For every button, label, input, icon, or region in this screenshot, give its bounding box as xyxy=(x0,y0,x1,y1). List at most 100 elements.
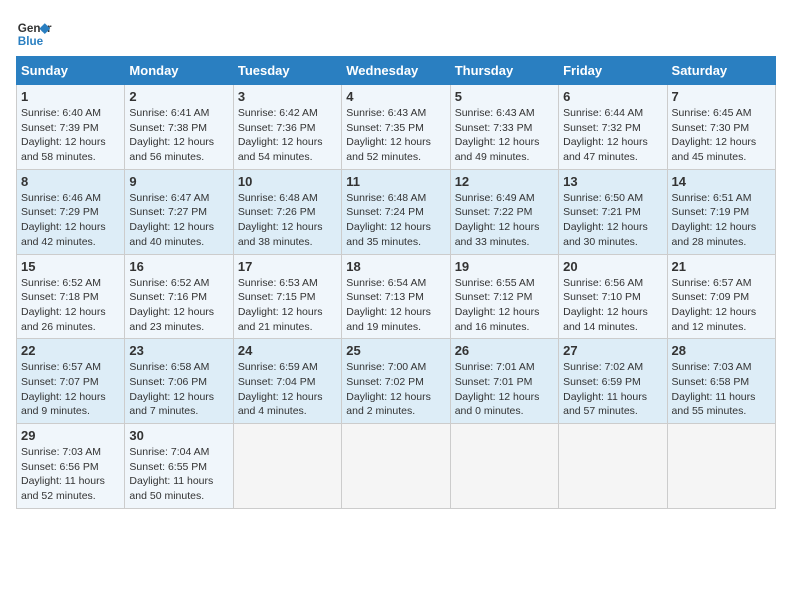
day-info: Sunrise: 6:49 AM Sunset: 7:22 PM Dayligh… xyxy=(455,191,554,250)
day-number: 9 xyxy=(129,174,228,189)
day-info: Sunrise: 6:52 AM Sunset: 7:18 PM Dayligh… xyxy=(21,276,120,335)
calendar-cell: 22 Sunrise: 6:57 AM Sunset: 7:07 PM Dayli… xyxy=(17,339,125,424)
calendar-cell: 23Sunrise: 6:58 AM Sunset: 7:06 PM Dayli… xyxy=(125,339,233,424)
day-number: 2 xyxy=(129,89,228,104)
page-header: General Blue xyxy=(16,16,776,52)
day-info: Sunrise: 6:48 AM Sunset: 7:26 PM Dayligh… xyxy=(238,191,337,250)
day-number: 6 xyxy=(563,89,662,104)
calendar-table: SundayMondayTuesdayWednesdayThursdayFrid… xyxy=(16,56,776,509)
header-day-tuesday: Tuesday xyxy=(233,57,341,85)
day-number: 14 xyxy=(672,174,771,189)
day-info: Sunrise: 6:46 AM Sunset: 7:29 PM Dayligh… xyxy=(21,191,120,250)
day-number: 18 xyxy=(346,259,445,274)
week-row-5: 29Sunrise: 7:03 AM Sunset: 6:56 PM Dayli… xyxy=(17,424,776,509)
day-number: 15 xyxy=(21,259,120,274)
day-info: Sunrise: 7:00 AM Sunset: 7:02 PM Dayligh… xyxy=(346,360,445,419)
day-number: 20 xyxy=(563,259,662,274)
day-number: 24 xyxy=(238,343,337,358)
day-info: Sunrise: 7:04 AM Sunset: 6:55 PM Dayligh… xyxy=(129,445,228,504)
header-day-saturday: Saturday xyxy=(667,57,775,85)
header-day-monday: Monday xyxy=(125,57,233,85)
calendar-cell: 5Sunrise: 6:43 AM Sunset: 7:33 PM Daylig… xyxy=(450,85,558,170)
day-number: 17 xyxy=(238,259,337,274)
day-number: 8 xyxy=(21,174,120,189)
calendar-cell: 12 Sunrise: 6:49 AM Sunset: 7:22 PM Dayli… xyxy=(450,169,558,254)
week-row-3: 15 Sunrise: 6:52 AM Sunset: 7:18 PM Dayli… xyxy=(17,254,776,339)
day-number: 10 xyxy=(238,174,337,189)
day-info: Sunrise: 6:41 AM Sunset: 7:38 PM Dayligh… xyxy=(129,106,228,165)
svg-text:Blue: Blue xyxy=(18,35,44,48)
day-number: 11 xyxy=(346,174,445,189)
calendar-cell: 11 Sunrise: 6:48 AM Sunset: 7:24 PM Dayli… xyxy=(342,169,450,254)
calendar-cell: 18Sunrise: 6:54 AM Sunset: 7:13 PM Dayli… xyxy=(342,254,450,339)
calendar-cell: 8 Sunrise: 6:46 AM Sunset: 7:29 PM Daylig… xyxy=(17,169,125,254)
calendar-cell: 7 Sunrise: 6:45 AM Sunset: 7:30 PM Daylig… xyxy=(667,85,775,170)
day-number: 3 xyxy=(238,89,337,104)
day-number: 26 xyxy=(455,343,554,358)
day-number: 13 xyxy=(563,174,662,189)
calendar-cell xyxy=(559,424,667,509)
calendar-cell: 4Sunrise: 6:43 AM Sunset: 7:35 PM Daylig… xyxy=(342,85,450,170)
day-info: Sunrise: 6:57 AM Sunset: 7:07 PM Dayligh… xyxy=(21,360,120,419)
week-row-4: 22 Sunrise: 6:57 AM Sunset: 7:07 PM Dayli… xyxy=(17,339,776,424)
header-day-thursday: Thursday xyxy=(450,57,558,85)
day-number: 22 xyxy=(21,343,120,358)
header-day-wednesday: Wednesday xyxy=(342,57,450,85)
day-info: Sunrise: 6:50 AM Sunset: 7:21 PM Dayligh… xyxy=(563,191,662,250)
calendar-cell: 24Sunrise: 6:59 AM Sunset: 7:04 PM Dayli… xyxy=(233,339,341,424)
day-number: 30 xyxy=(129,428,228,443)
header-day-sunday: Sunday xyxy=(17,57,125,85)
calendar-cell: 9 Sunrise: 6:47 AM Sunset: 7:27 PM Daylig… xyxy=(125,169,233,254)
day-number: 12 xyxy=(455,174,554,189)
header-row: SundayMondayTuesdayWednesdayThursdayFrid… xyxy=(17,57,776,85)
calendar-cell: 26 Sunrise: 7:01 AM Sunset: 7:01 PM Dayli… xyxy=(450,339,558,424)
calendar-cell: 15 Sunrise: 6:52 AM Sunset: 7:18 PM Dayli… xyxy=(17,254,125,339)
calendar-cell xyxy=(450,424,558,509)
day-number: 16 xyxy=(129,259,228,274)
day-info: Sunrise: 6:42 AM Sunset: 7:36 PM Dayligh… xyxy=(238,106,337,165)
logo-icon: General Blue xyxy=(16,16,52,52)
day-number: 5 xyxy=(455,89,554,104)
calendar-cell: 28Sunrise: 7:03 AM Sunset: 6:58 PM Dayli… xyxy=(667,339,775,424)
day-info: Sunrise: 6:52 AM Sunset: 7:16 PM Dayligh… xyxy=(129,276,228,335)
day-info: Sunrise: 7:01 AM Sunset: 7:01 PM Dayligh… xyxy=(455,360,554,419)
calendar-cell: 10 Sunrise: 6:48 AM Sunset: 7:26 PM Dayli… xyxy=(233,169,341,254)
calendar-cell: 3 Sunrise: 6:42 AM Sunset: 7:36 PM Daylig… xyxy=(233,85,341,170)
logo: General Blue xyxy=(16,16,52,52)
calendar-cell: 19 Sunrise: 6:55 AM Sunset: 7:12 PM Dayli… xyxy=(450,254,558,339)
calendar-cell: 29Sunrise: 7:03 AM Sunset: 6:56 PM Dayli… xyxy=(17,424,125,509)
calendar-cell: 21 Sunrise: 6:57 AM Sunset: 7:09 PM Dayli… xyxy=(667,254,775,339)
day-info: Sunrise: 6:45 AM Sunset: 7:30 PM Dayligh… xyxy=(672,106,771,165)
day-number: 28 xyxy=(672,343,771,358)
day-info: Sunrise: 6:43 AM Sunset: 7:35 PM Dayligh… xyxy=(346,106,445,165)
calendar-body: 1Sunrise: 6:40 AM Sunset: 7:39 PM Daylig… xyxy=(17,85,776,509)
day-info: Sunrise: 7:02 AM Sunset: 6:59 PM Dayligh… xyxy=(563,360,662,419)
calendar-cell: 16 Sunrise: 6:52 AM Sunset: 7:16 PM Dayli… xyxy=(125,254,233,339)
calendar-cell: 25 Sunrise: 7:00 AM Sunset: 7:02 PM Dayli… xyxy=(342,339,450,424)
calendar-cell: 30 Sunrise: 7:04 AM Sunset: 6:55 PM Dayli… xyxy=(125,424,233,509)
day-number: 7 xyxy=(672,89,771,104)
calendar-cell: 17Sunrise: 6:53 AM Sunset: 7:15 PM Dayli… xyxy=(233,254,341,339)
day-info: Sunrise: 6:57 AM Sunset: 7:09 PM Dayligh… xyxy=(672,276,771,335)
day-info: Sunrise: 6:47 AM Sunset: 7:27 PM Dayligh… xyxy=(129,191,228,250)
calendar-cell: 1Sunrise: 6:40 AM Sunset: 7:39 PM Daylig… xyxy=(17,85,125,170)
calendar-header: SundayMondayTuesdayWednesdayThursdayFrid… xyxy=(17,57,776,85)
day-info: Sunrise: 6:40 AM Sunset: 7:39 PM Dayligh… xyxy=(21,106,120,165)
calendar-cell xyxy=(667,424,775,509)
day-number: 29 xyxy=(21,428,120,443)
day-number: 21 xyxy=(672,259,771,274)
day-number: 23 xyxy=(129,343,228,358)
day-number: 27 xyxy=(563,343,662,358)
week-row-1: 1Sunrise: 6:40 AM Sunset: 7:39 PM Daylig… xyxy=(17,85,776,170)
day-info: Sunrise: 6:56 AM Sunset: 7:10 PM Dayligh… xyxy=(563,276,662,335)
week-row-2: 8 Sunrise: 6:46 AM Sunset: 7:29 PM Daylig… xyxy=(17,169,776,254)
day-info: Sunrise: 6:48 AM Sunset: 7:24 PM Dayligh… xyxy=(346,191,445,250)
calendar-cell: 13 Sunrise: 6:50 AM Sunset: 7:21 PM Dayli… xyxy=(559,169,667,254)
calendar-cell: 27 Sunrise: 7:02 AM Sunset: 6:59 PM Dayli… xyxy=(559,339,667,424)
calendar-cell: 20 Sunrise: 6:56 AM Sunset: 7:10 PM Dayli… xyxy=(559,254,667,339)
day-info: Sunrise: 6:51 AM Sunset: 7:19 PM Dayligh… xyxy=(672,191,771,250)
day-number: 19 xyxy=(455,259,554,274)
day-info: Sunrise: 6:55 AM Sunset: 7:12 PM Dayligh… xyxy=(455,276,554,335)
day-number: 25 xyxy=(346,343,445,358)
calendar-cell: 14 Sunrise: 6:51 AM Sunset: 7:19 PM Dayli… xyxy=(667,169,775,254)
